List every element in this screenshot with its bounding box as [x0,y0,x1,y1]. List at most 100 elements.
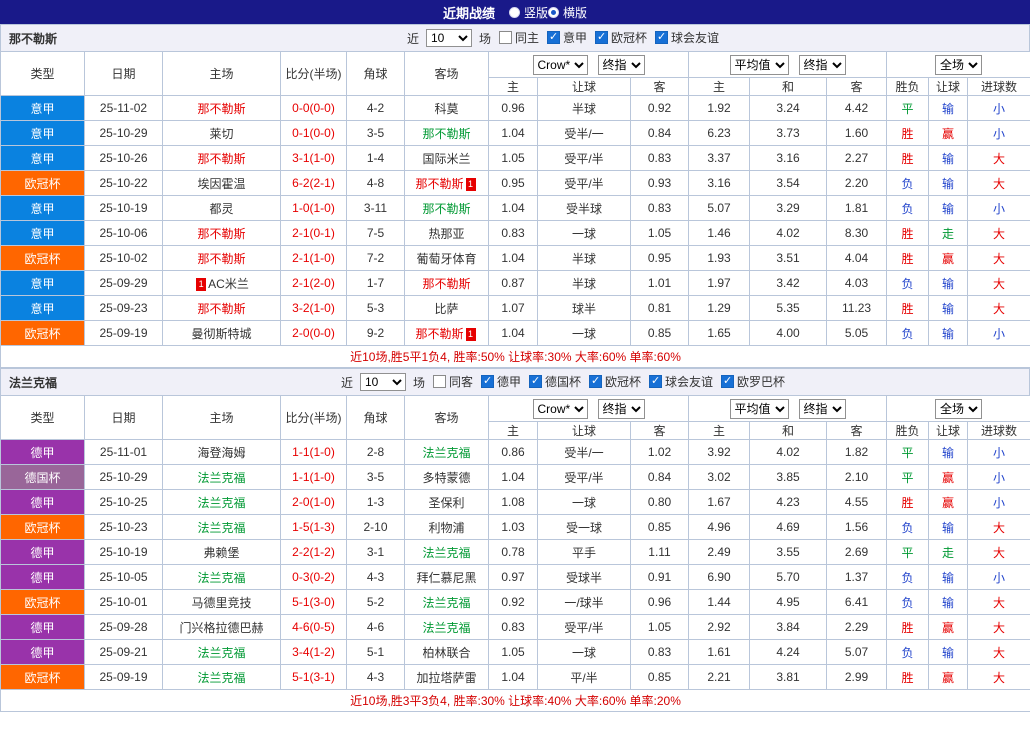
team-link[interactable]: 利物浦 [428,521,464,535]
checkbox-checked-icon[interactable] [480,374,494,388]
team-link[interactable]: 都灵 [209,202,233,216]
handicap-company-select[interactable]: Crow* [532,398,588,419]
team-link[interactable]: 拜仁慕尼黑 [416,571,476,585]
checkbox-checked-icon[interactable] [655,30,669,44]
checkbox-checked-icon[interactable] [589,374,603,388]
team-link[interactable]: 马德里竞技 [191,596,251,610]
match-score[interactable]: 1-1(1-0) [280,439,347,465]
team-link[interactable]: 法兰克福 [197,496,245,510]
filter-checkbox-同客[interactable]: 同客 [432,373,473,390]
match-score[interactable]: 3-1(1-0) [280,145,347,171]
full-match-select[interactable]: 全场 [935,398,983,419]
team-link[interactable]: 法兰克福 [422,546,470,560]
team-link[interactable]: 那不勒斯 [415,327,463,341]
team-link[interactable]: 柏林联合 [422,646,470,660]
checkbox-checked-icon[interactable] [595,30,609,44]
match-score[interactable]: 2-1(0-1) [280,220,347,246]
checkbox-checked-icon[interactable] [547,30,560,44]
radio-selected-icon[interactable] [548,6,559,18]
handicap-time-select[interactable]: 终指 [597,398,645,419]
match-score[interactable]: 6-2(2-1) [280,170,347,196]
match-score[interactable]: 0-3(0-2) [280,564,347,590]
match-count-select[interactable]: 10 [359,373,406,391]
team-link[interactable]: 法兰克福 [197,471,245,485]
team-link[interactable]: 曼彻斯特城 [191,327,251,341]
ah-handicap-line: 半球 [537,245,631,271]
checkbox-unchecked-icon[interactable] [432,375,446,388]
team-link[interactable]: 葡萄牙体育 [416,252,476,266]
team-link[interactable]: 那不勒斯 [197,302,245,316]
team-link[interactable]: 那不勒斯 [422,202,470,216]
match-score[interactable]: 5-1(3-0) [280,589,347,615]
euro-time-select[interactable]: 终指 [798,54,846,75]
team-link[interactable]: 弗赖堡 [203,546,239,560]
filter-checkbox-同主[interactable]: 同主 [498,29,539,46]
checkbox-checked-icon[interactable] [649,374,663,388]
team-link[interactable]: 法兰克福 [197,646,245,660]
filter-checkbox-欧冠杯[interactable]: 欧冠杯 [589,373,641,390]
match-count-select[interactable]: 10 [425,29,472,47]
team-link[interactable]: AC米兰 [208,277,249,291]
team-link[interactable]: 门兴格拉德巴赫 [179,621,263,635]
view-mode-radio-1[interactable]: 横版 [548,4,587,21]
team-link[interactable]: 加拉塔萨雷 [416,671,476,685]
filter-checkbox-欧罗巴杯[interactable]: 欧罗巴杯 [721,373,785,390]
team-link[interactable]: 莱切 [209,127,233,141]
match-score[interactable]: 3-2(1-0) [280,295,347,321]
radio-unselected-icon[interactable] [508,6,520,18]
away-team-cell: 法兰克福 [404,539,489,565]
team-link[interactable]: 法兰克福 [197,521,245,535]
result-scope-header: 全场 [886,51,1030,78]
match-score[interactable]: 1-0(1-0) [280,195,347,221]
match-score[interactable]: 2-0(0-0) [280,320,347,346]
match-score[interactable]: 5-1(3-1) [280,664,347,690]
filter-checkbox-意甲[interactable]: 意甲 [547,29,587,46]
handicap-time-select[interactable]: 终指 [597,54,645,75]
match-score[interactable]: 4-6(0-5) [280,614,347,640]
team-link[interactable]: 法兰克福 [422,446,470,460]
match-score[interactable]: 1-5(1-3) [280,514,347,540]
euro-company-select[interactable]: 平均值 [729,54,789,75]
team-link[interactable]: 那不勒斯 [197,102,245,116]
team-link[interactable]: 那不勒斯 [197,227,245,241]
team-link[interactable]: 法兰克福 [422,596,470,610]
match-row: 德甲 25-09-21 法兰克福 3-4(1-2) 5-1 柏林联合 1.05 … [0,639,1030,665]
match-score[interactable]: 0-0(0-0) [280,95,347,121]
checkbox-checked-icon[interactable] [721,374,735,388]
full-match-select[interactable]: 全场 [935,54,983,75]
team-link[interactable]: 法兰克福 [197,671,245,685]
team-link[interactable]: 埃因霍温 [197,177,245,191]
team-link[interactable]: 多特蒙德 [422,471,470,485]
team-link[interactable]: 国际米兰 [422,152,470,166]
team-link[interactable]: 比萨 [434,302,458,316]
filter-checkbox-德国杯[interactable]: 德国杯 [529,373,581,390]
team-link[interactable]: 那不勒斯 [422,277,470,291]
euro-time-select[interactable]: 终指 [798,398,846,419]
match-score[interactable]: 0-1(0-0) [280,120,347,146]
match-score[interactable]: 2-0(1-0) [280,489,347,515]
handicap-company-select[interactable]: Crow* [532,54,588,75]
team-link[interactable]: 那不勒斯 [197,152,245,166]
team-link[interactable]: 那不勒斯 [422,127,470,141]
team-link[interactable]: 那不勒斯 [197,252,245,266]
team-link[interactable]: 法兰克福 [197,571,245,585]
filter-checkbox-球会友谊[interactable]: 球会友谊 [649,373,713,390]
filter-checkbox-球会友谊[interactable]: 球会友谊 [655,29,719,46]
match-score[interactable]: 3-4(1-2) [280,639,347,665]
match-score[interactable]: 2-1(1-0) [280,245,347,271]
filter-checkbox-德甲[interactable]: 德甲 [480,373,521,390]
team-link[interactable]: 那不勒斯 [415,177,463,191]
team-link[interactable]: 法兰克福 [422,621,470,635]
view-mode-radio-0[interactable]: 竖版 [508,4,548,21]
match-score[interactable]: 2-1(2-0) [280,270,347,296]
team-link[interactable]: 科莫 [434,102,458,116]
euro-company-select[interactable]: 平均值 [729,398,789,419]
team-link[interactable]: 海登海姆 [197,446,245,460]
team-link[interactable]: 热那亚 [428,227,464,241]
filter-checkbox-欧冠杯[interactable]: 欧冠杯 [595,29,647,46]
team-link[interactable]: 圣保利 [428,496,464,510]
match-score[interactable]: 2-2(1-2) [280,539,347,565]
match-score[interactable]: 1-1(1-0) [280,464,347,490]
checkbox-checked-icon[interactable] [529,374,542,388]
checkbox-unchecked-icon[interactable] [498,31,512,44]
